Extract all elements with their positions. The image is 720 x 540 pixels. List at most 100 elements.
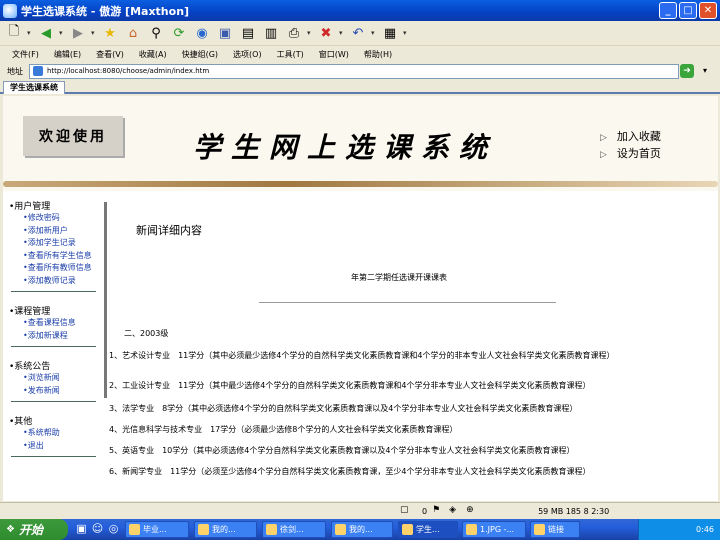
sidebar-link[interactable]: •修改密码 [23,212,60,223]
taskbar-button-label: 我的... [212,525,236,534]
dropdown-arrow-icon[interactable]: ▾ [27,23,33,43]
search-icon[interactable]: ⚲ [146,23,166,43]
sidebar-link[interactable]: •退出 [23,440,44,451]
sidebar-link[interactable]: •添加学生记录 [23,237,76,248]
browser-window: 学生选课系统 - 傲游 [Maxthon] _ □ ✕ 🗋 ▾ ◀ ▾ ▶ ▾ ★ ⌂… [0,0,720,540]
minimize-button[interactable]: _ [659,2,677,19]
dropdown-arrow-icon[interactable]: ▾ [339,23,345,43]
menu-item-7[interactable]: 窗口(W) [319,49,349,60]
menu-item-2[interactable]: 查看(V) [96,49,124,60]
stop-icon[interactable]: ✖ [316,23,336,43]
status-page-icon: ▢ [400,505,409,515]
view-icon[interactable]: ▦ [380,23,400,43]
set-home-link[interactable]: ▷ 设为首页 [600,145,661,161]
menu-item-5[interactable]: 选项(O) [233,49,262,60]
menu-item-6[interactable]: 工具(T) [277,49,304,60]
course-paragraph: 5、英语专业 10学分（其中必须选修4个学分自然科学类文化素质教育课以及4个学分… [109,446,575,455]
sidebar-link[interactable]: •浏览新闻 [23,372,60,383]
sidebar-link[interactable]: •查看课程信息 [23,317,76,328]
tab-student-system[interactable]: 学生选课系统 [3,81,65,94]
status-bar: ▢ 0 ⚑ ◈ ⊕ 59 MB 185 8 2:30 [0,502,720,519]
page2-icon[interactable]: ▥ [261,23,281,43]
sidebar-rule [11,401,96,402]
sidebar-link[interactable]: •添加教师记录 [23,275,76,286]
app-icon [402,524,413,535]
favorites-icon[interactable]: ★ [100,23,120,43]
tab-bar: 学生选课系统 [0,80,720,94]
status-count: 0 [422,506,428,516]
forward-icon[interactable]: ▶ [68,23,88,43]
banner: 欢迎使用 学生网上选课系统 ▷ 加入收藏 ▷ 设为首页 [3,96,718,191]
windows-logo-icon: ❖ [6,524,15,535]
undo-icon[interactable]: ↶ [348,23,368,43]
taskbar-button[interactable]: 毕业... [125,521,189,538]
taskbar-button[interactable]: 我的... [194,521,257,538]
course-paragraph: 3、法学专业 8学分（其中必须选修4个学分的自然科学类文化素质教育课以及4个学分… [109,404,578,413]
back-icon[interactable]: ◀ [36,23,56,43]
sidebar-link[interactable]: •系统帮助 [23,427,60,438]
taskbar-button[interactable]: 学生... [398,521,458,538]
close-button[interactable]: ✕ [699,2,717,19]
new-page-icon[interactable]: 🗋 [4,23,24,43]
dropdown-arrow-icon[interactable]: ▾ [59,23,65,43]
system-tray: 0:46 [638,519,720,540]
taskbar-button[interactable]: 1.JPG -... [462,521,526,538]
address-label: 地址 [7,66,23,76]
messenger-icon[interactable]: ☺ [90,522,105,537]
refresh-icon[interactable]: ⟳ [169,23,189,43]
taskbar: ❖ 开始 ▣ ☺ ◎ 毕业... 我的... 徐剑... 我的... 学生... 1.JPG… [0,519,720,540]
status-memory: 59 MB 185 8 2:30 [538,506,610,516]
maximize-button[interactable]: □ [679,2,697,19]
menu-item-3[interactable]: 收藏(A) [139,49,167,60]
taskbar-button-label: 学生... [416,525,440,534]
dropdown-arrow-icon[interactable]: ▾ [403,23,409,43]
status-zoom-icon[interactable]: ⊕ [466,505,478,517]
go-button[interactable]: ➜ [680,64,694,78]
taskbar-button-label: 我的... [349,525,373,534]
address-input[interactable]: http://localhost:8080/choose/admin/index… [29,63,679,79]
sidebar-link[interactable]: •查看所有教师信息 [23,262,92,273]
add-favorite-link[interactable]: ▷ 加入收藏 [600,128,661,144]
sidebar-link[interactable]: •添加新课程 [23,330,68,341]
clock[interactable]: 0:46 [696,525,714,534]
taskbar-button[interactable]: 链接 [530,521,580,538]
start-button[interactable]: ❖ 开始 [0,519,68,540]
taskbar-button[interactable]: 徐剑... [262,521,326,538]
home-icon[interactable]: ⌂ [123,23,143,43]
site-title: 学生网上选课系统 [193,131,498,164]
sidebar-link[interactable]: •添加新用户 [23,225,68,236]
menu-item-4[interactable]: 快捷组(G) [182,49,218,60]
sidebar-divider [104,202,107,398]
status-security-icon[interactable]: ⚑ [432,505,444,517]
start-label: 开始 [18,523,43,537]
dropdown-arrow-icon[interactable]: ▾ [371,23,377,43]
title-bar[interactable]: 学生选课系统 - 傲游 [Maxthon] _ □ ✕ [0,0,720,21]
sidebar-section-1: •课程管理 [9,307,51,317]
page-icon[interactable]: ▤ [238,23,258,43]
sidebar-link[interactable]: •查看所有学生信息 [23,250,92,261]
desktop-icon[interactable]: ▣ [74,522,89,537]
app-icon [466,524,477,535]
status-popup-icon[interactable]: ◈ [449,505,461,517]
print-icon[interactable]: ⎙ [284,23,304,43]
toolbar: 🗋 ▾ ◀ ▾ ▶ ▾ ★ ⌂ ⚲ ⟳ ◉ ▣ ▤ ▥ ⎙ ▾ ✖ ▾ ↶ ▾ ▦ ▾ [0,21,720,46]
taskbar-button[interactable]: 我的... [331,521,393,538]
chevron-down-icon[interactable]: ▾ [698,64,712,78]
sidebar-link[interactable]: •发布新闻 [23,385,60,396]
menu-item-0[interactable]: 文件(F) [12,49,39,60]
address-bar: 地址 http://localhost:8080/choose/admin/in… [0,62,720,80]
app-icon [335,524,346,535]
banner-divider [3,181,718,187]
app-icon [534,524,545,535]
welcome-badge: 欢迎使用 [23,116,123,156]
dropdown-arrow-icon[interactable]: ▾ [91,23,97,43]
sidebar-rule [11,291,96,292]
menu-item-8[interactable]: 帮助(H) [364,49,392,60]
menu-item-1[interactable]: 编辑(E) [54,49,81,60]
save-icon[interactable]: ▣ [215,23,235,43]
globe-icon[interactable]: ◉ [192,23,212,43]
dropdown-arrow-icon[interactable]: ▾ [307,23,313,43]
course-paragraph: 2、工业设计专业 11学分（其中最少选修4个学分的自然科学类文化素质教育课和4个… [109,381,591,390]
window-title: 学生选课系统 - 傲游 [Maxthon] [21,4,190,18]
maxthon-quick-icon[interactable]: ◎ [106,522,121,537]
